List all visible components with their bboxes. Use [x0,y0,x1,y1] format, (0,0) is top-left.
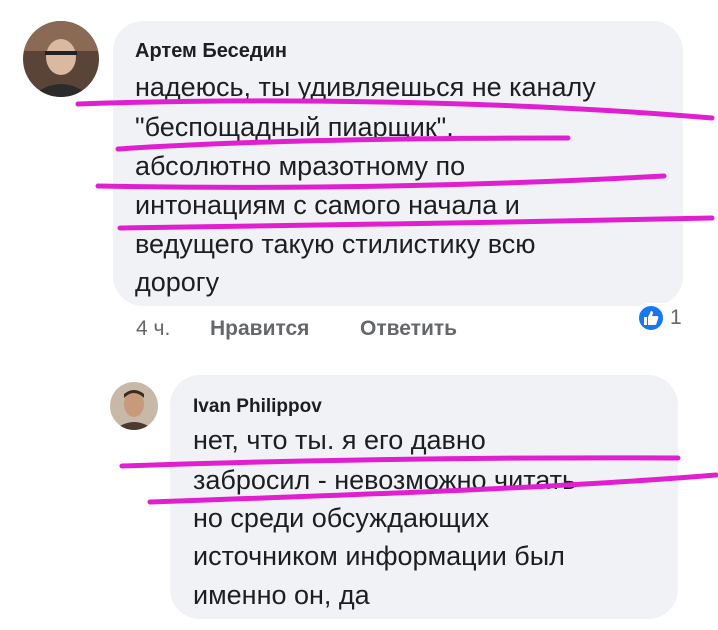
comment-timestamp[interactable]: 4 ч. [136,317,170,341]
comment-author[interactable]: Ivan Philippov [193,396,322,418]
avatar-photo [23,21,99,97]
avatar-photo [110,382,158,430]
avatar[interactable] [110,382,158,430]
comment-text-line: именно он, да [193,580,370,610]
comment-text-line: но среди обсуждающих [193,503,490,533]
comment-text-line: забросил - невозможно читать [193,465,577,495]
like-button[interactable]: Нравится [210,317,309,341]
comment-text-line: интонациям с самого начала и [135,190,520,220]
comment-author[interactable]: Артем Беседин [135,40,287,63]
comment-text-line: нет, что ты. я его давно [193,425,486,455]
comment-text-line: источником информации был [193,541,565,571]
reaction-summary[interactable]: 1 [634,303,684,335]
comment-text-line: дорогу [135,267,220,297]
comment-text-line: ведущего такую стилистику всю [135,229,536,259]
comment-text-line: абсолютно мразотному по [135,151,466,181]
comment-text-line: "беспощадный пиарщик", [135,112,454,142]
reply-button[interactable]: Ответить [360,317,457,341]
avatar[interactable] [23,21,99,97]
thumbs-up-icon [637,304,665,332]
comment-text-line: надеюсь, ты удивляешься не каналу [135,72,596,102]
reaction-count: 1 [670,306,682,329]
